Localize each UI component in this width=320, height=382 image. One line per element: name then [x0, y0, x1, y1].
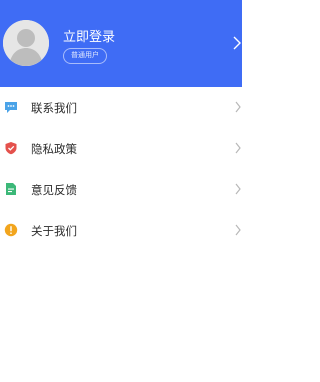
chevron-right-icon	[235, 183, 241, 195]
chat-bubble-icon	[5, 102, 17, 113]
menu-item-privacy[interactable]: 隐私政策	[0, 128, 242, 169]
menu-item-label: 关于我们	[31, 225, 77, 238]
chevron-right-icon	[235, 101, 241, 113]
chevron-right-icon	[235, 142, 241, 154]
menu-item-label: 联系我们	[31, 102, 77, 115]
user-avatar-icon	[3, 20, 49, 66]
shield-icon	[5, 142, 17, 155]
menu-item-label: 隐私政策	[31, 143, 77, 156]
chevron-right-icon[interactable]	[232, 36, 242, 50]
avatar[interactable]	[3, 20, 49, 66]
settings-menu: 联系我们 隐私政策 意见反馈 关于我们	[0, 87, 242, 251]
menu-item-label: 意见反馈	[31, 184, 77, 197]
login-link[interactable]: 立即登录	[63, 26, 115, 45]
menu-item-about[interactable]: 关于我们	[0, 210, 242, 251]
profile-header[interactable]: 立即登录 普通用户	[0, 0, 242, 87]
menu-item-feedback[interactable]: 意见反馈	[0, 169, 242, 210]
user-level-badge: 普通用户	[63, 48, 107, 64]
document-icon	[6, 183, 16, 195]
menu-item-contact[interactable]: 联系我们	[0, 87, 242, 128]
info-icon	[4, 223, 18, 237]
chevron-right-icon	[235, 224, 241, 236]
